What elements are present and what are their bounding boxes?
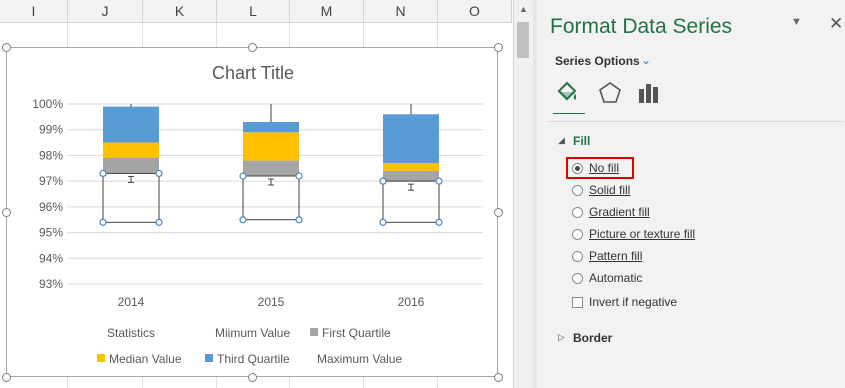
y-tick-label: 94% [39,251,63,265]
chart-resize-handle[interactable] [494,43,503,52]
selection-handle [379,177,387,185]
legend-swatch [97,354,105,362]
x-tick-label: 2016 [398,295,425,309]
column-header-l[interactable]: L [217,0,290,22]
chart-title: Chart Title [212,63,294,83]
selection-handle [99,218,107,226]
pane-title: Format Data Series [550,15,733,38]
selection-handle [239,172,247,180]
legend-swatch [205,354,213,362]
radio-button[interactable] [572,184,583,196]
x-tick-label: 2014 [118,295,145,309]
option-label: Solid fill [589,183,631,197]
x-tick-label: 2015 [258,295,285,309]
bar-median-value [243,132,299,161]
gradient-fill-option[interactable]: Gradient fill [572,204,650,220]
chart-resize-handle[interactable] [2,208,11,217]
y-tick-label: 93% [39,277,63,291]
option-label: Pattern fill [589,249,643,263]
chart-svg: Chart Title 93% 94% 95% 96% 97% 98% 99% 100% 2014… [32,63,483,366]
column-header-o[interactable]: O [438,0,512,22]
selection-handle [435,218,443,226]
legend-label: Third Quartile [217,352,290,366]
bar-median-value [383,163,439,171]
scroll-up-arrow-icon[interactable]: ▲ [514,0,533,18]
selection-handle [379,218,387,226]
pane-divider [547,121,843,122]
legend-label: Median Value [109,352,182,366]
bar-third-quartile [383,114,439,164]
legend-label: First Quartile [322,326,391,340]
bar-first-quartile [243,160,299,176]
y-tick-label: 99% [39,123,63,137]
pane-options-menu-icon[interactable]: ▼ [791,16,802,28]
paint-bucket-icon[interactable] [554,80,580,106]
column-header-m[interactable]: M [290,0,364,22]
chart-resize-handle[interactable] [494,208,503,217]
checkbox[interactable] [572,296,583,308]
option-label: Invert if negative [589,295,678,309]
selection-handle [295,172,303,180]
selection-handle [295,216,303,224]
y-tick-label: 100% [32,97,63,111]
chevron-down-icon[interactable]: ⌄ [641,53,651,67]
chart-resize-handle[interactable] [2,373,11,382]
radio-button[interactable] [572,228,583,240]
chart-area[interactable]: Chart Title 93% 94% 95% 96% 97% 98% 99% 100% 2014… [6,47,498,377]
legend-label: Maximum Value [317,352,402,366]
chart-resize-handle[interactable] [2,43,11,52]
chart-resize-handle[interactable] [248,43,257,52]
legend-label: Miimum Value [215,326,290,340]
selection-handle [155,218,163,226]
y-tick-label: 95% [39,226,63,240]
y-tick-label: 96% [39,200,63,214]
invert-if-negative-option[interactable]: Invert if negative [572,294,677,310]
bar-first-quartile [103,158,159,174]
selection-handle [99,169,107,178]
radio-button[interactable] [572,272,583,284]
legend-swatch [310,328,318,336]
legend-label: Statistics [107,326,155,340]
y-tick-label: 98% [39,148,63,162]
option-label: Picture or texture fill [589,227,696,241]
column-header-j[interactable]: J [68,0,143,22]
series-options-dropdown[interactable]: Series Options [555,54,640,68]
fill-section-collapse-icon[interactable]: ◢ [558,135,565,146]
close-icon[interactable]: ✕ [829,14,843,34]
active-tab-indicator [553,113,585,114]
vertical-scrollbar[interactable]: ▲ [513,0,533,388]
automatic-option[interactable]: Automatic [572,270,642,286]
column-header-bar: I J K L M N O [0,0,512,23]
border-section-header[interactable]: Border [573,331,612,345]
column-header-n[interactable]: N [364,0,438,22]
chart-resize-handle[interactable] [248,373,257,382]
option-label: Automatic [589,271,643,285]
highlight-box [566,157,634,179]
column-header-i[interactable]: I [0,0,68,22]
selection-handle [239,216,247,224]
option-label: Gradient fill [589,205,650,219]
pentagon-icon[interactable] [597,80,623,106]
scroll-thumb[interactable] [517,22,529,58]
radio-button[interactable] [572,250,583,262]
y-tick-label: 97% [39,174,63,188]
bar-first-quartile [383,170,439,182]
fill-section-header[interactable]: Fill [573,134,590,148]
format-data-series-pane: Format Data Series ▼ ✕ Series Options ⌄ … [537,0,845,388]
pattern-fill-option[interactable]: Pattern fill [572,248,642,264]
selection-handle [155,169,163,178]
column-header-k[interactable]: K [143,0,217,22]
border-section-expand-icon[interactable]: ▷ [558,332,565,343]
bar-third-quartile [243,122,299,133]
picture-or-texture-fill-option[interactable]: Picture or texture fill [572,226,695,242]
bar-median-value [103,142,159,158]
radio-button[interactable] [572,206,583,218]
bar-chart-icon[interactable] [635,80,661,106]
solid-fill-option[interactable]: Solid fill [572,182,630,198]
chart-resize-handle[interactable] [494,373,503,382]
bar-third-quartile [103,106,159,143]
selection-handle [435,177,443,185]
